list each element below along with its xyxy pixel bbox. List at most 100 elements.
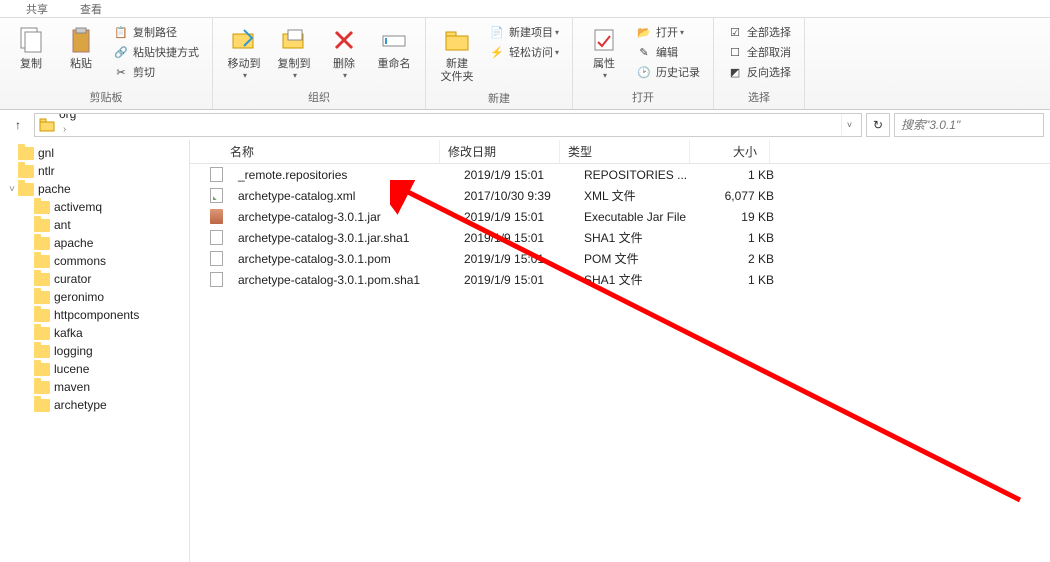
group-clipboard: 复制 粘贴 📋复制路径 🔗粘贴快捷方式 ✂剪切 剪贴板 — [0, 18, 213, 109]
scissors-icon: ✂ — [113, 64, 129, 80]
copy-icon — [15, 24, 47, 56]
tree-node[interactable]: ntlr — [0, 162, 189, 180]
file-name: archetype-catalog-3.0.1.pom.sha1 — [230, 273, 456, 287]
rename-button[interactable]: 重命名 — [369, 20, 419, 75]
file-row[interactable]: archetype-catalog.xml2017/10/30 9:39XML … — [190, 185, 1050, 206]
file-name: archetype-catalog.xml — [230, 189, 456, 203]
tree-label: curator — [54, 272, 91, 286]
selall-icon: ☑ — [727, 24, 743, 40]
tab-share[interactable]: 共享 — [10, 0, 64, 17]
selall-label: 全部选择 — [747, 24, 791, 40]
refresh-button[interactable]: ↻ — [866, 113, 890, 137]
folder-icon — [34, 399, 50, 412]
breadcrumb-item[interactable]: apache — [59, 135, 169, 137]
tree-node[interactable]: ˅pache — [0, 180, 189, 198]
tree-node[interactable]: archetype — [0, 396, 189, 414]
tree-label: logging — [54, 344, 93, 358]
file-row[interactable]: archetype-catalog-3.0.1.jar.sha12019/1/9… — [190, 227, 1050, 248]
shortcut-icon: 🔗 — [113, 44, 129, 60]
file-icon — [208, 230, 224, 246]
file-size: 1 KB — [706, 168, 786, 182]
new-group-label: 新建 — [432, 88, 566, 110]
rename-label: 重命名 — [378, 58, 411, 71]
ribbon: 复制 粘贴 📋复制路径 🔗粘贴快捷方式 ✂剪切 剪贴板 移动到▾ 复制到▾ — [0, 18, 1050, 110]
breadcrumb[interactable]: 此电脑›系统 (D:)›apache-maven-3.6.0›repositor… — [34, 113, 862, 137]
tree-node[interactable]: kafka — [0, 324, 189, 342]
col-size[interactable]: 大小 — [690, 140, 770, 163]
open-group-label: 打开 — [579, 87, 707, 109]
col-type[interactable]: 类型 — [560, 140, 690, 163]
cut-button[interactable]: ✂剪切 — [110, 62, 202, 82]
col-date[interactable]: 修改日期 — [440, 140, 560, 163]
tree-node[interactable]: geronimo — [0, 288, 189, 306]
col-name[interactable]: 名称 — [190, 140, 440, 163]
easy-access-button[interactable]: ⚡轻松访问▾ — [486, 42, 562, 62]
file-size: 19 KB — [706, 210, 786, 224]
history-icon: 🕑 — [636, 64, 652, 80]
open-button[interactable]: 📂打开▾ — [633, 22, 703, 42]
paste-shortcut-button[interactable]: 🔗粘贴快捷方式 — [110, 42, 202, 62]
delete-button[interactable]: 删除▾ — [319, 20, 369, 84]
file-date: 2019/1/9 15:01 — [456, 210, 576, 224]
file-size: 1 KB — [706, 231, 786, 245]
folder-icon — [18, 165, 34, 178]
file-type: REPOSITORIES ... — [576, 168, 706, 182]
move-to-label: 移动到 — [228, 58, 261, 71]
new-item-button[interactable]: 📄新建项目▾ — [486, 22, 562, 42]
edit-button[interactable]: ✎编辑 — [633, 42, 703, 62]
address-dropdown[interactable]: ˅ — [841, 114, 857, 136]
tab-view[interactable]: 查看 — [64, 0, 118, 17]
selnone-label: 全部取消 — [747, 44, 791, 60]
file-row[interactable]: archetype-catalog-3.0.1.pom.sha12019/1/9… — [190, 269, 1050, 290]
copy-to-button[interactable]: 复制到▾ — [269, 20, 319, 84]
tree-label: kafka — [54, 326, 83, 340]
tree-node[interactable]: commons — [0, 252, 189, 270]
file-icon — [208, 188, 224, 204]
move-to-button[interactable]: 移动到▾ — [219, 20, 269, 84]
select-none-button[interactable]: ☐全部取消 — [724, 42, 794, 62]
folder-icon — [34, 255, 50, 268]
folder-icon — [34, 273, 50, 286]
file-row[interactable]: archetype-catalog-3.0.1.pom2019/1/9 15:0… — [190, 248, 1050, 269]
search-input[interactable] — [901, 118, 1037, 132]
tree-node[interactable]: apache — [0, 234, 189, 252]
column-headers: 名称 修改日期 类型 大小 — [190, 140, 1050, 164]
tree-node[interactable]: gnl — [0, 144, 189, 162]
file-icon — [208, 209, 224, 225]
file-type: Executable Jar File — [576, 210, 706, 224]
edit-label: 编辑 — [656, 44, 678, 60]
file-row[interactable]: archetype-catalog-3.0.1.jar2019/1/9 15:0… — [190, 206, 1050, 227]
up-button[interactable]: ↑ — [6, 113, 30, 137]
new-folder-label: 新建 文件夹 — [441, 58, 474, 84]
invert-button[interactable]: ◩反向选择 — [724, 62, 794, 82]
breadcrumb-item[interactable]: org — [59, 113, 169, 121]
folder-icon — [34, 327, 50, 340]
tree-node[interactable]: ant — [0, 216, 189, 234]
tree-node[interactable]: httpcomponents — [0, 306, 189, 324]
file-row[interactable]: _remote.repositories2019/1/9 15:01REPOSI… — [190, 164, 1050, 185]
rename-icon — [378, 24, 410, 56]
search-box[interactable] — [894, 113, 1044, 137]
file-icon — [208, 251, 224, 267]
group-organize: 移动到▾ 复制到▾ 删除▾ 重命名 组织 — [213, 18, 426, 109]
paste-button[interactable]: 粘贴 — [56, 20, 106, 75]
properties-button[interactable]: 属性▾ — [579, 20, 629, 84]
group-new: 新建 文件夹 📄新建项目▾ ⚡轻松访问▾ 新建 — [426, 18, 573, 109]
new-folder-button[interactable]: 新建 文件夹 — [432, 20, 482, 88]
tree-node[interactable]: maven — [0, 378, 189, 396]
tree-node[interactable]: logging — [0, 342, 189, 360]
tree-node[interactable]: curator — [0, 270, 189, 288]
file-date: 2019/1/9 15:01 — [456, 252, 576, 266]
open-icon: 📂 — [636, 24, 652, 40]
tree-node[interactable]: activemq — [0, 198, 189, 216]
tree-node[interactable]: lucene — [0, 360, 189, 378]
paste-label: 粘贴 — [70, 58, 92, 71]
copy-button[interactable]: 复制 — [6, 20, 56, 75]
organize-group-label: 组织 — [219, 87, 419, 109]
history-button[interactable]: 🕑历史记录 — [633, 62, 703, 82]
tree-label: geronimo — [54, 290, 104, 304]
expand-icon[interactable]: ˅ — [6, 184, 18, 195]
copy-path-button[interactable]: 📋复制路径 — [110, 22, 202, 42]
folder-tree[interactable]: gnlntlr˅pacheactivemqantapachecommons cur… — [0, 140, 190, 562]
select-all-button[interactable]: ☑全部选择 — [724, 22, 794, 42]
